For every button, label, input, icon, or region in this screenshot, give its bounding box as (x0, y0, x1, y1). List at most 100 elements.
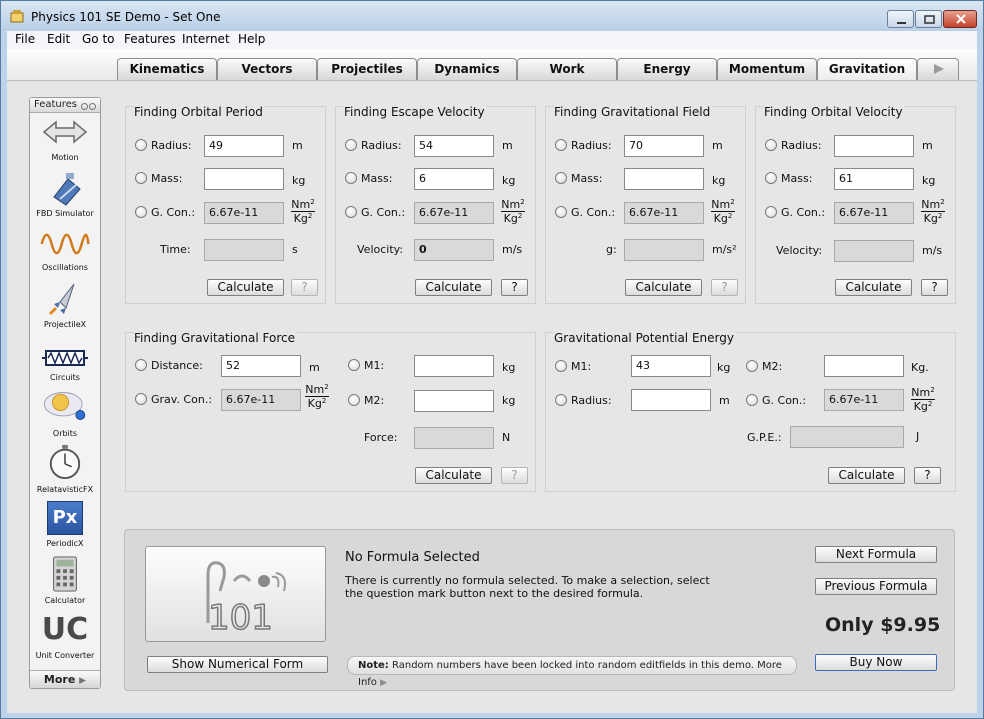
tab-energy[interactable]: Energy (617, 58, 717, 80)
m1-input[interactable]: 43 (631, 355, 711, 377)
next-formula-button[interactable]: Next Formula (815, 546, 937, 563)
mass-input[interactable] (204, 168, 284, 190)
radius-input[interactable] (834, 135, 914, 157)
sidebar-header: Features (30, 98, 100, 113)
menu-features[interactable]: Features (124, 32, 176, 46)
m1-input[interactable] (414, 355, 494, 377)
mass-input[interactable]: 61 (834, 168, 914, 190)
grav-force-panel: Finding Gravitational Force Distance: 52… (125, 331, 536, 492)
gcon-label: G. Con.: (151, 206, 196, 219)
tab-gravitation[interactable]: Gravitation (817, 58, 917, 80)
close-button[interactable] (943, 10, 977, 28)
radius-radio[interactable] (345, 139, 357, 151)
formula-help-button[interactable]: ? (291, 279, 318, 296)
sidebar-item-periodicx[interactable]: Px PeriodicX (30, 501, 100, 551)
menu-file[interactable]: File (15, 32, 35, 46)
tab-momentum[interactable]: Momentum (717, 58, 817, 80)
formula-title: No Formula Selected (345, 550, 480, 565)
calculate-button[interactable]: Calculate (625, 279, 702, 296)
m2-radio[interactable] (348, 394, 360, 406)
sidebar-toggle-icon[interactable] (80, 101, 96, 115)
calculate-button[interactable]: Calculate (207, 279, 284, 296)
maximize-button[interactable] (915, 10, 942, 28)
formula-help-button[interactable]: ? (501, 279, 528, 296)
radius-label: Radius: (361, 139, 402, 152)
g-label: g: (606, 243, 617, 256)
sidebar-item-oscillations[interactable]: Oscillations (30, 226, 100, 276)
demo-note[interactable]: Note: Random numbers have been locked in… (347, 656, 797, 688)
gcon-radio[interactable] (135, 393, 147, 405)
gcon-field: 6.67e-11 (414, 202, 494, 224)
radius-input[interactable] (631, 389, 711, 411)
gpe-label: G.P.E.: (747, 431, 782, 444)
mass-label: Mass: (361, 172, 393, 185)
menu-goto[interactable]: Go to (82, 32, 115, 46)
m2-radio[interactable] (746, 360, 758, 372)
sidebar-item-motion[interactable]: Motion (30, 118, 100, 166)
gcon-radio[interactable] (135, 206, 147, 218)
m1-radio[interactable] (555, 360, 567, 372)
radius-radio[interactable] (555, 394, 567, 406)
menu-edit[interactable]: Edit (47, 32, 70, 46)
radius-radio[interactable] (765, 139, 777, 151)
formula-help-button[interactable]: ? (921, 279, 948, 296)
menu-internet[interactable]: Internet (182, 32, 230, 46)
radius-input[interactable]: 70 (624, 135, 704, 157)
sidebar-item-calculator[interactable]: Calculator (30, 556, 100, 608)
tab-dynamics[interactable]: Dynamics (417, 58, 517, 80)
sidebar-item-orbits[interactable]: Orbits (30, 388, 100, 440)
sidebar-item-unit-converter[interactable]: UC Unit Converter (30, 612, 100, 664)
show-numerical-form-button[interactable]: Show Numerical Form (147, 656, 328, 673)
m2-input[interactable] (824, 355, 904, 377)
radius-input[interactable]: 54 (414, 135, 494, 157)
g-field (624, 239, 704, 261)
formula-help-button[interactable]: ? (711, 279, 738, 296)
sidebar-item-label: Unit Converter (35, 651, 95, 660)
tab-work[interactable]: Work (517, 58, 617, 80)
gcon-radio[interactable] (345, 206, 357, 218)
sidebar-item-relatavisticfx[interactable]: RelatavisticFX (30, 444, 100, 496)
maximize-icon (924, 15, 935, 24)
mass-radio[interactable] (345, 172, 357, 184)
calculate-button[interactable]: Calculate (835, 279, 912, 296)
radius-input[interactable]: 49 (204, 135, 284, 157)
m1-radio[interactable] (348, 359, 360, 371)
m2-input[interactable] (414, 390, 494, 412)
tab-next-button[interactable] (917, 58, 959, 80)
gcon-radio[interactable] (746, 394, 758, 406)
sidebar-item-fbd-simulator[interactable]: FBD Simulator (30, 171, 100, 221)
formula-help-button[interactable]: ? (501, 467, 528, 484)
distance-input[interactable]: 52 (221, 355, 301, 377)
minimize-button[interactable] (887, 10, 914, 28)
menu-help[interactable]: Help (238, 32, 265, 46)
calculate-button[interactable]: Calculate (828, 467, 905, 484)
gcon-radio[interactable] (765, 206, 777, 218)
orbit-icon (43, 392, 86, 420)
mass-input[interactable]: 6 (414, 168, 494, 190)
calculate-button[interactable]: Calculate (415, 467, 492, 484)
tab-projectiles[interactable]: Projectiles (317, 58, 417, 80)
tab-vectors[interactable]: Vectors (217, 58, 317, 80)
previous-formula-button[interactable]: Previous Formula (815, 578, 937, 595)
gcon-unit: Nm2 Kg2 (291, 198, 315, 225)
sidebar-item-label: Motion (51, 153, 79, 162)
gcon-label: G. Con.: (361, 206, 406, 219)
sidebar-item-circuits[interactable]: Circuits (30, 338, 100, 384)
mass-input[interactable] (624, 168, 704, 190)
tab-kinematics[interactable]: Kinematics (117, 58, 217, 80)
mass-radio[interactable] (135, 172, 147, 184)
sidebar-item-projectilex[interactable]: ProjectileX (30, 282, 100, 332)
radius-radio[interactable] (135, 139, 147, 151)
sidebar-more-button[interactable]: More ▶ (30, 670, 100, 688)
formula-help-button[interactable]: ? (914, 467, 941, 484)
gcon-unit: Nm2 Kg2 (711, 198, 735, 225)
radius-radio[interactable] (555, 139, 567, 151)
physics-101-logo-icon: 101 (206, 561, 286, 639)
distance-radio[interactable] (135, 359, 147, 371)
buy-now-button[interactable]: Buy Now (815, 654, 937, 671)
mass-radio[interactable] (555, 172, 567, 184)
calculate-button[interactable]: Calculate (415, 279, 492, 296)
gpe-unit: J (916, 430, 920, 443)
gcon-radio[interactable] (555, 206, 567, 218)
mass-radio[interactable] (765, 172, 777, 184)
